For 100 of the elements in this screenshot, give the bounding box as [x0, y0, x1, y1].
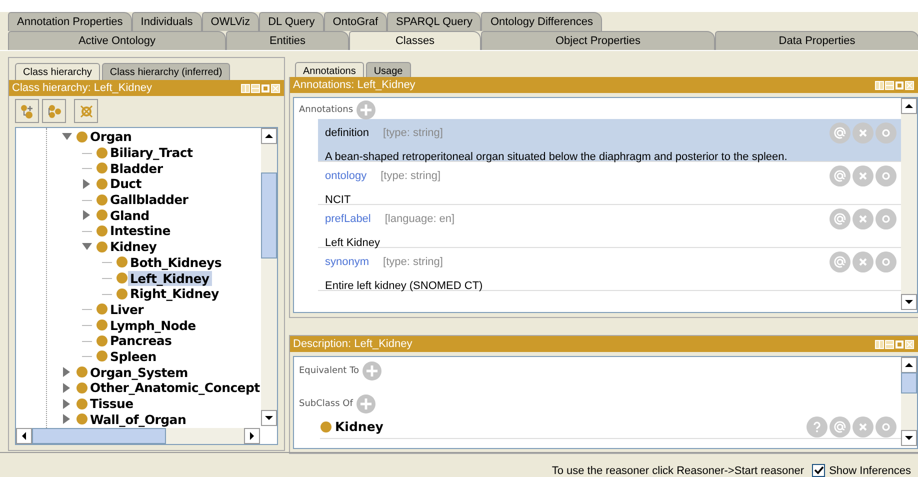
tab[interactable]: Annotation Properties	[8, 12, 132, 31]
class-icon	[96, 162, 108, 174]
tree-item[interactable]: Organ	[88, 129, 135, 144]
annotate-button[interactable]	[829, 122, 851, 144]
annotation-property[interactable]: synonym	[325, 256, 370, 268]
explain-button[interactable]	[806, 416, 828, 438]
expanded-arrow-icon[interactable]	[62, 132, 72, 142]
class-icon	[96, 178, 108, 190]
collapsed-arrow-icon[interactable]	[62, 382, 72, 393]
annotate-button[interactable]	[829, 416, 851, 438]
tree-item[interactable]: Pancreas	[108, 333, 175, 348]
tree-item[interactable]: Gland	[108, 208, 152, 223]
annotation-value: Left Kidney	[325, 237, 382, 249]
annotate-button[interactable]	[829, 208, 851, 230]
annotation-type: [type: string]	[380, 170, 441, 182]
section-label: Equivalent To	[299, 366, 360, 376]
collapsed-arrow-icon[interactable]	[82, 178, 92, 189]
tab[interactable]: Class hierarchy	[15, 63, 100, 80]
class-icon	[116, 256, 128, 268]
class-icon	[96, 224, 108, 237]
class-icon	[76, 366, 88, 378]
edit-button[interactable]	[875, 416, 897, 438]
collapsed-arrow-icon[interactable]	[62, 414, 72, 424]
tree-item[interactable]: Other_Anatomic_Concept	[88, 380, 261, 396]
tree-item[interactable]: Organ_System	[88, 364, 191, 380]
class-icon	[96, 146, 108, 159]
tree-item[interactable]: Duct	[108, 176, 144, 192]
tree-item[interactable]: Both_Kidneys	[128, 254, 225, 270]
tree-item[interactable]: Intestine	[108, 223, 174, 238]
collapsed-arrow-icon[interactable]	[82, 210, 92, 220]
tab[interactable]: Object Properties	[481, 31, 715, 50]
tab[interactable]: Data Properties	[715, 31, 918, 50]
expanded-arrow-icon[interactable]	[82, 242, 92, 252]
tree-item[interactable]: Kidney	[108, 239, 160, 254]
edit-button[interactable]	[875, 165, 897, 187]
class-icon	[116, 272, 128, 284]
annotation-row[interactable]: ontology [type: string] NCIT	[318, 162, 901, 205]
tab[interactable]: Individuals	[132, 12, 202, 31]
annotation-property[interactable]: ontology	[325, 170, 367, 182]
delete-button[interactable]	[852, 251, 874, 273]
vertical-scrollbar[interactable]	[261, 128, 277, 426]
superclass-item[interactable]: Kidney	[335, 419, 384, 434]
delete-button[interactable]	[852, 122, 874, 144]
add-subclass-button[interactable]	[15, 99, 39, 123]
tree-item[interactable]: Biliary_Tract	[108, 145, 196, 160]
annotate-button[interactable]	[829, 165, 851, 187]
class-icon	[320, 420, 332, 432]
tree-item[interactable]: Liver	[108, 302, 147, 317]
collapsed-arrow-icon[interactable]	[62, 367, 72, 378]
tree-item[interactable]: Spleen	[108, 348, 160, 364]
class-icon	[76, 382, 88, 394]
vertical-scrollbar[interactable]	[901, 357, 917, 446]
tab[interactable]: Classes	[349, 31, 481, 50]
class-icon	[96, 209, 108, 222]
tree-item[interactable]: Left_Kidney	[128, 270, 212, 286]
tree-item[interactable]: Lymph_Node	[108, 318, 199, 333]
tab[interactable]: Active Ontology	[8, 31, 226, 50]
annotation-row[interactable]: synonym [type: string] Entire left kidney (SNOMED CT)	[318, 248, 901, 291]
view-title: Annotations: Left_Kidney	[293, 79, 416, 91]
add-sibling-button[interactable]	[42, 99, 66, 123]
collapsed-arrow-icon[interactable]	[62, 398, 72, 409]
add-button[interactable]	[356, 100, 376, 120]
tab[interactable]: Annotations	[295, 62, 364, 77]
section-label: SubClass Of	[299, 399, 353, 409]
delete-button[interactable]	[852, 208, 874, 230]
delete-button[interactable]	[852, 165, 874, 187]
edit-button[interactable]	[875, 251, 897, 273]
tab[interactable]: SPARQL Query	[387, 12, 482, 31]
tree-item[interactable]: Tissue	[88, 396, 136, 412]
delete-class-button[interactable]	[74, 99, 98, 123]
tree-item[interactable]: Wall_of_Organ	[88, 412, 190, 427]
tree-item[interactable]: Gallbladder	[108, 192, 192, 208]
tab[interactable]: Class hierarchy (inferred)	[102, 63, 230, 80]
add-sibling-icon	[46, 104, 62, 118]
tab[interactable]: Ontology Differences	[481, 12, 602, 31]
class-icon	[96, 319, 108, 332]
edit-button[interactable]	[875, 208, 897, 230]
tree-item[interactable]: Right_Kidney	[128, 286, 222, 302]
annotation-row[interactable]: definition [type: string] A bean-shaped retroperitoneal organ situated below the diaphragm and posterior to the spleen.	[318, 119, 901, 162]
delete-button[interactable]	[852, 416, 874, 438]
vertical-scrollbar[interactable]	[901, 98, 917, 310]
class-icon	[96, 350, 108, 362]
tab[interactable]: DL Query	[259, 12, 324, 31]
checkbox[interactable]	[812, 464, 826, 477]
tab[interactable]: Usage	[366, 62, 411, 77]
tab[interactable]: OntoGraf	[324, 12, 388, 31]
add-subclass-icon	[20, 104, 34, 118]
add-button[interactable]	[362, 361, 382, 381]
status-message: To use the reasoner click Reasoner->Start reasoner	[552, 465, 804, 477]
add-button[interactable]	[356, 394, 376, 414]
edit-button[interactable]	[875, 122, 897, 144]
horizontal-scrollbar[interactable]	[16, 428, 260, 444]
annotate-button[interactable]	[829, 251, 851, 273]
annotation-property[interactable]: prefLabel	[325, 213, 371, 225]
class-icon	[76, 130, 88, 143]
tab[interactable]: Entities	[226, 31, 349, 50]
annotation-row[interactable]: prefLabel [language: en] Left Kidney	[318, 205, 901, 248]
view-controls-icon	[241, 84, 280, 92]
tree-item[interactable]: Bladder	[108, 160, 166, 176]
tab[interactable]: OWLViz	[202, 12, 260, 31]
